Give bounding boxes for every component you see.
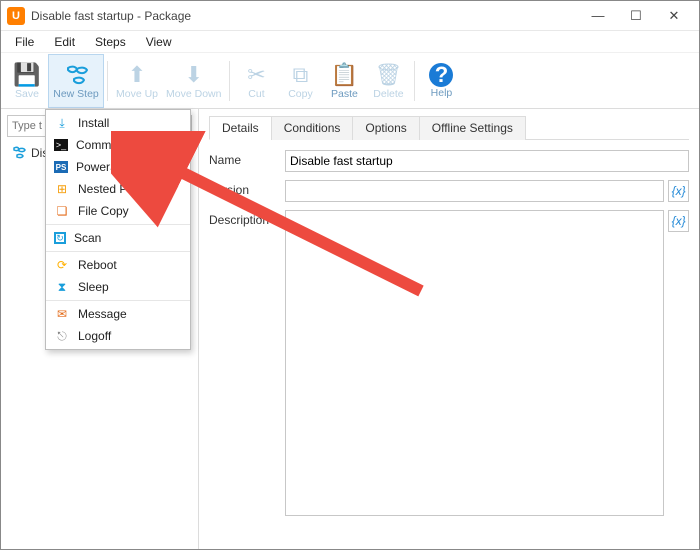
description-field[interactable] [285,210,664,516]
name-field[interactable] [285,150,689,172]
message-icon: ✉ [54,306,70,322]
menu-item-install[interactable]: ⤓ Install [46,112,190,134]
delete-label: Delete [373,88,403,100]
menu-item-file-copy[interactable]: ❏ File Copy [46,200,190,222]
tab-options[interactable]: Options [352,116,419,140]
menu-item-label: Scan [74,231,101,245]
menu-bar: File Edit Steps View [1,31,699,53]
menu-item-label: Command [76,138,131,152]
clipboard-icon: 📋 [331,62,358,88]
toolbar: 💾 Save New Step ⬆ Move Up ⬇ Move Down ✂ … [1,53,699,109]
menu-file[interactable]: File [5,33,44,51]
menu-item-label: Reboot [78,258,117,272]
move-down-button[interactable]: ⬇ Move Down [162,55,225,107]
scan-icon: ↻ [54,232,66,244]
delete-button[interactable]: 🗑 Delete [366,55,410,107]
details-panel: Details Conditions Options Offline Setti… [199,109,699,549]
menu-item-reboot[interactable]: ⟳ Reboot [46,254,190,276]
menu-item-scan[interactable]: ↻ Scan [46,227,190,249]
new-step-menu: ⤓ Install >_ Command PS PowerShell ⊞ Nes… [45,109,191,350]
arrow-up-icon: ⬆ [128,62,146,88]
hourglass-icon: ⧗ [54,279,70,295]
move-up-label: Move Up [116,88,158,100]
maximize-button[interactable]: ☐ [617,5,655,27]
menu-item-nested-package[interactable]: ⊞ Nested Package [46,178,190,200]
window-title: Disable fast startup - Package [31,9,579,23]
menu-item-label: File Copy [78,204,129,218]
new-step-button[interactable]: New Step [49,55,103,107]
paste-label: Paste [331,88,358,100]
menu-item-command[interactable]: >_ Command [46,134,190,156]
version-field[interactable] [285,180,664,202]
menu-item-sleep[interactable]: ⧗ Sleep [46,276,190,298]
menu-separator [46,300,190,301]
details-form: Name Version {x} Description {x} [209,140,689,534]
install-icon: ⤓ [54,115,70,131]
copy-icon: ⧉ [293,62,309,88]
arrow-down-icon: ⬇ [185,62,203,88]
cut-button[interactable]: ✂ Cut [234,55,278,107]
name-label: Name [209,150,285,167]
menu-edit[interactable]: Edit [44,33,85,51]
menu-item-label: Logoff [78,329,111,343]
help-button[interactable]: ? Help [419,55,463,107]
tab-conditions[interactable]: Conditions [271,116,354,140]
tab-strip: Details Conditions Options Offline Setti… [209,115,689,140]
nested-package-icon: ⊞ [54,181,70,197]
menu-item-label: Message [78,307,127,321]
description-label: Description [209,210,285,227]
menu-item-label: Nested Package [78,182,166,196]
cut-label: Cut [248,88,264,100]
copy-label: Copy [288,88,313,100]
help-label: Help [431,87,453,99]
scissors-icon: ✂ [247,62,265,88]
file-copy-icon: ❏ [54,203,70,219]
toolbar-separator [229,61,230,101]
menu-item-label: PowerShell [76,160,137,174]
app-icon: U [7,7,25,25]
toolbar-separator [107,61,108,101]
minimize-button[interactable]: — [579,5,617,27]
menu-item-logoff[interactable]: ⎋ Logoff [46,325,190,347]
description-variable-button[interactable]: {x} [668,210,689,232]
help-icon: ? [429,63,453,87]
reboot-icon: ⟳ [54,257,70,273]
tab-offline-settings[interactable]: Offline Settings [419,116,526,140]
menu-item-message[interactable]: ✉ Message [46,303,190,325]
close-button[interactable]: ✕ [655,5,693,27]
menu-separator [46,251,190,252]
tab-details[interactable]: Details [209,116,272,140]
menu-steps[interactable]: Steps [85,33,136,51]
menu-view[interactable]: View [136,33,182,51]
save-label: Save [15,88,39,100]
version-variable-button[interactable]: {x} [668,180,689,202]
save-icon: 💾 [13,62,40,88]
menu-item-label: Install [78,116,109,130]
move-down-label: Move Down [166,88,221,100]
copy-button[interactable]: ⧉ Copy [278,55,322,107]
menu-item-powershell[interactable]: PS PowerShell [46,156,190,178]
version-label: Version [209,180,285,197]
toolbar-separator [414,61,415,101]
powershell-icon: PS [54,161,68,173]
new-step-label: New Step [53,88,99,100]
paste-button[interactable]: 📋 Paste [322,55,366,107]
menu-item-label: Sleep [78,280,109,294]
package-icon [11,145,27,161]
trash-icon: 🗑 [375,62,403,88]
menu-separator [46,224,190,225]
title-bar: U Disable fast startup - Package — ☐ ✕ [1,1,699,31]
save-button[interactable]: 💾 Save [5,55,49,107]
terminal-icon: >_ [54,139,68,151]
move-up-button[interactable]: ⬆ Move Up [112,55,162,107]
logoff-icon: ⎋ [54,328,70,344]
new-step-icon [63,62,89,88]
